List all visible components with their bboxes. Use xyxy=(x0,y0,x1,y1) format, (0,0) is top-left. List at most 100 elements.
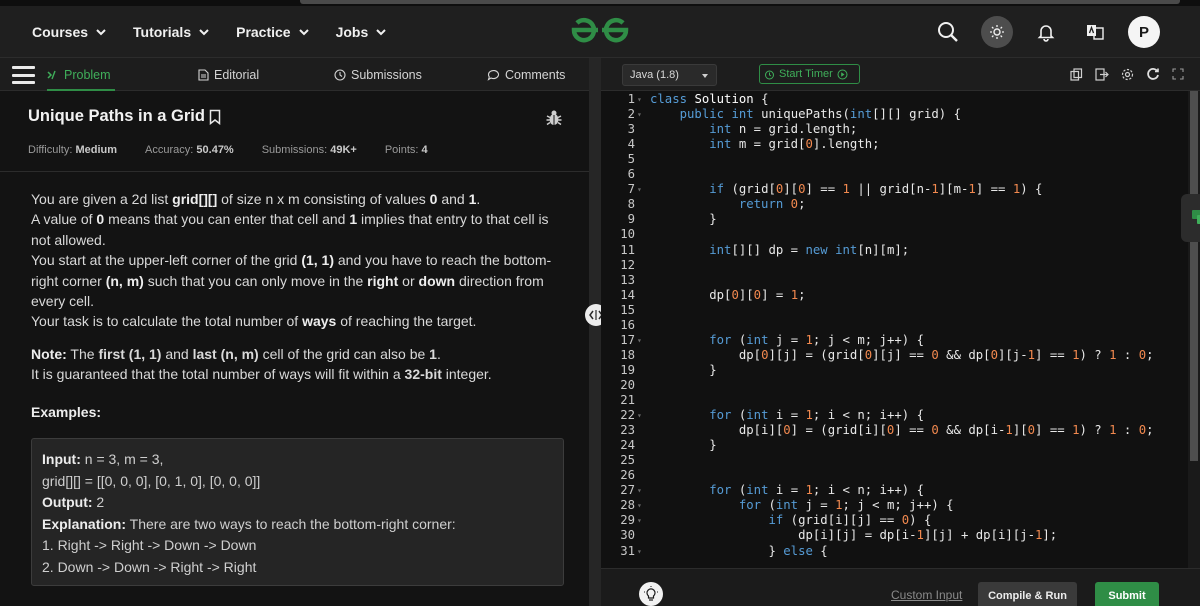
editor-scrollbar[interactable] xyxy=(1188,91,1200,568)
submit-button[interactable]: Submit xyxy=(1095,582,1159,606)
export-icon[interactable] xyxy=(1095,67,1109,81)
fold-chevron-icon[interactable]: ▾ xyxy=(637,483,642,498)
code-line[interactable]: 6 xyxy=(601,167,1188,182)
code-line[interactable]: 11 int[][] dp = new int[n][m]; xyxy=(601,243,1188,258)
code-text: } xyxy=(650,212,717,227)
tab-submissions[interactable]: Submissions xyxy=(334,58,422,91)
code-line[interactable]: 8 return 0; xyxy=(601,197,1188,212)
fold-chevron-icon[interactable]: ▾ xyxy=(637,513,642,528)
start-timer-button[interactable]: Start Timer xyxy=(759,64,860,84)
problem-tabs: Problem Editorial Submissions Comments xyxy=(0,58,589,91)
code-line[interactable]: 7 ▾ if (grid[0][0] == 1 || grid[n-1][m-1]… xyxy=(601,182,1188,197)
top-navbar: Courses Tutorials Practice Jobs P xyxy=(0,6,1200,58)
code-line[interactable]: 13 xyxy=(601,273,1188,288)
code-line[interactable]: 18 dp[0][j] = (grid[0][j] == 0 && dp[0][… xyxy=(601,348,1188,363)
compile-run-button[interactable]: Compile & Run xyxy=(978,582,1077,606)
code-line[interactable]: 12 xyxy=(601,258,1188,273)
editor-scrollbar-thumb[interactable] xyxy=(1190,91,1198,461)
notifications-button[interactable] xyxy=(1030,16,1062,48)
gfg-logo-icon[interactable] xyxy=(570,16,630,48)
tab-comments[interactable]: Comments xyxy=(487,58,565,91)
line-number: 26 xyxy=(620,468,635,483)
code-line[interactable]: 17 ▾ for (int j = 1; j < m; j++) { xyxy=(601,333,1188,348)
code-line[interactable]: 22 ▾ for (int i = 1; i < n; i++) { xyxy=(601,408,1188,423)
code-line[interactable]: 16 xyxy=(601,318,1188,333)
fold-chevron-icon[interactable]: ▾ xyxy=(637,333,642,348)
line-number: 31 xyxy=(620,543,635,558)
fold-chevron-icon[interactable]: ▾ xyxy=(637,544,642,559)
code-line[interactable]: 26 xyxy=(601,468,1188,483)
reset-icon[interactable] xyxy=(1146,67,1160,81)
code-editor[interactable]: 1 ▾ class Solution {2 ▾ public int uniquePa… xyxy=(601,91,1188,568)
fold-chevron-icon[interactable]: ▾ xyxy=(637,92,642,107)
editor-toolbar: Java (1.8) Start Timer xyxy=(601,58,1200,91)
code-line[interactable]: 25 xyxy=(601,453,1188,468)
browser-scrollbar-thumb[interactable] xyxy=(300,0,1180,4)
points: Points: 4 xyxy=(385,144,428,156)
code-line[interactable]: 27 ▾ for (int i = 1; i < n; i++) { xyxy=(601,483,1188,498)
line-number: 7 xyxy=(627,182,635,197)
code-line[interactable]: 15 xyxy=(601,303,1188,318)
code-line[interactable]: 4 int m = grid[0].length; xyxy=(601,137,1188,152)
code-line[interactable]: 19 } xyxy=(601,363,1188,378)
code-line[interactable]: 24 } xyxy=(601,438,1188,453)
menu-icon[interactable] xyxy=(12,66,35,84)
theme-toggle-button[interactable] xyxy=(981,16,1013,48)
example-grid: grid[][] = [[0, 0, 0], [0, 1, 0], [0, 0,… xyxy=(42,472,261,489)
nav-tutorials[interactable]: Tutorials xyxy=(133,24,210,40)
code-line[interactable]: 21 xyxy=(601,393,1188,408)
nav-practice[interactable]: Practice xyxy=(236,24,309,40)
code-line[interactable]: 5 xyxy=(601,152,1188,167)
translate-button[interactable] xyxy=(1079,16,1111,48)
hint-button[interactable] xyxy=(639,582,663,606)
text: of reaching the target. xyxy=(336,313,477,330)
avatar[interactable]: P xyxy=(1128,16,1160,48)
code-line[interactable]: 10 xyxy=(601,227,1188,242)
code-line[interactable]: 3 int n = grid.length; xyxy=(601,122,1188,137)
fold-chevron-icon[interactable]: ▾ xyxy=(637,182,642,197)
copy-icon[interactable] xyxy=(1070,67,1083,81)
code-line[interactable]: 20 xyxy=(601,378,1188,393)
settings-icon[interactable] xyxy=(1121,68,1134,81)
fold-chevron-icon[interactable]: ▾ xyxy=(637,498,642,513)
chat-button[interactable] xyxy=(1181,194,1200,242)
fullscreen-icon[interactable] xyxy=(1172,68,1184,80)
example-way: 1. Right -> Right -> Down -> Down xyxy=(42,537,257,553)
code-line[interactable]: 31 ▾ } else { xyxy=(601,544,1188,559)
timer-icon xyxy=(765,70,774,79)
text: You start at the upper-left corner of th… xyxy=(31,252,302,269)
nav-jobs[interactable]: Jobs xyxy=(336,24,388,40)
tab-comments-label: Comments xyxy=(505,67,566,82)
chevron-down-icon xyxy=(199,29,209,36)
code-line[interactable]: 23 dp[i][0] = (grid[i][0] == 0 && dp[i-1… xyxy=(601,423,1188,438)
code-text: class Solution { xyxy=(650,92,769,106)
code-line[interactable]: 29 ▾ if (grid[i][j] == 0) { xyxy=(601,513,1188,528)
code-line[interactable]: 9 } xyxy=(601,212,1188,227)
code-line[interactable]: 14 dp[0][0] = 1; xyxy=(601,288,1188,303)
code-line[interactable]: 2 ▾ public int uniquePaths(int[][] grid) … xyxy=(601,107,1188,122)
bookmark-icon[interactable] xyxy=(209,109,221,125)
code-line[interactable]: 1 ▾ class Solution { xyxy=(601,92,1188,107)
fold-chevron-icon[interactable]: ▾ xyxy=(637,408,642,423)
editor-bottom-bar: Custom Input Compile & Run Submit xyxy=(601,568,1200,606)
panel-splitter[interactable] xyxy=(589,58,601,606)
tab-editorial[interactable]: Editorial xyxy=(198,58,259,91)
code-text: } xyxy=(650,362,717,377)
tab-problem[interactable]: Problem xyxy=(47,58,115,91)
search-button[interactable] xyxy=(932,16,964,48)
bug-report-icon[interactable] xyxy=(545,109,563,127)
code-line[interactable]: 28 ▾ for (int j = 1; j < m; j++) { xyxy=(601,498,1188,513)
fold-chevron-icon[interactable]: ▾ xyxy=(637,107,642,122)
code-line[interactable]: 30 dp[i][j] = dp[i-1][j] + dp[i][j-1]; xyxy=(601,528,1188,543)
explanation-label: Explanation: xyxy=(42,515,127,532)
custom-input-link[interactable]: Custom Input xyxy=(891,588,962,602)
line-number: 2 xyxy=(627,107,635,122)
text: means that you can enter that cell and xyxy=(104,211,350,228)
example-input: Input: n = 3, m = 3, xyxy=(42,449,553,471)
text: first (1, 1) xyxy=(98,346,162,362)
input-label: Input: xyxy=(42,451,81,467)
language-select[interactable]: Java (1.8) xyxy=(622,64,717,86)
nav-courses[interactable]: Courses xyxy=(32,24,107,40)
code-text: dp[i][j] = dp[i-1][j] + dp[i][j-1]; xyxy=(650,528,1058,543)
nav-actions: P xyxy=(932,6,1160,58)
